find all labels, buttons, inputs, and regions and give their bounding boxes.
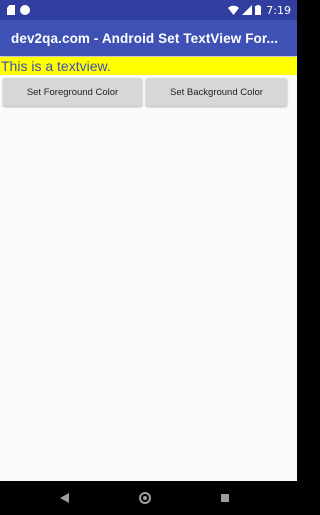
status-bar: 7:19 bbox=[0, 0, 297, 20]
home-icon[interactable] bbox=[139, 492, 151, 504]
sd-card-icon bbox=[7, 5, 15, 15]
status-left-icons bbox=[7, 5, 30, 15]
app-bar: dev2qa.com - Android Set TextView For... bbox=[0, 20, 297, 56]
status-time: 7:19 bbox=[266, 3, 291, 17]
navigation-bar bbox=[0, 481, 297, 515]
wifi-icon bbox=[228, 5, 240, 15]
recents-icon[interactable] bbox=[221, 494, 229, 502]
circle-notification-icon bbox=[20, 5, 30, 15]
back-icon[interactable] bbox=[60, 493, 69, 503]
app-title: dev2qa.com - Android Set TextView For... bbox=[11, 30, 279, 46]
set-background-color-button[interactable]: Set Background Color bbox=[146, 78, 287, 106]
sample-textview: This is a textview. bbox=[0, 57, 297, 75]
battery-icon bbox=[255, 5, 262, 15]
set-foreground-color-button[interactable]: Set Foreground Color bbox=[3, 78, 142, 106]
status-right-icons: 7:19 bbox=[225, 4, 291, 17]
signal-icon bbox=[242, 5, 253, 15]
phone-screen: 7:19 dev2qa.com - Android Set TextView F… bbox=[0, 0, 297, 515]
